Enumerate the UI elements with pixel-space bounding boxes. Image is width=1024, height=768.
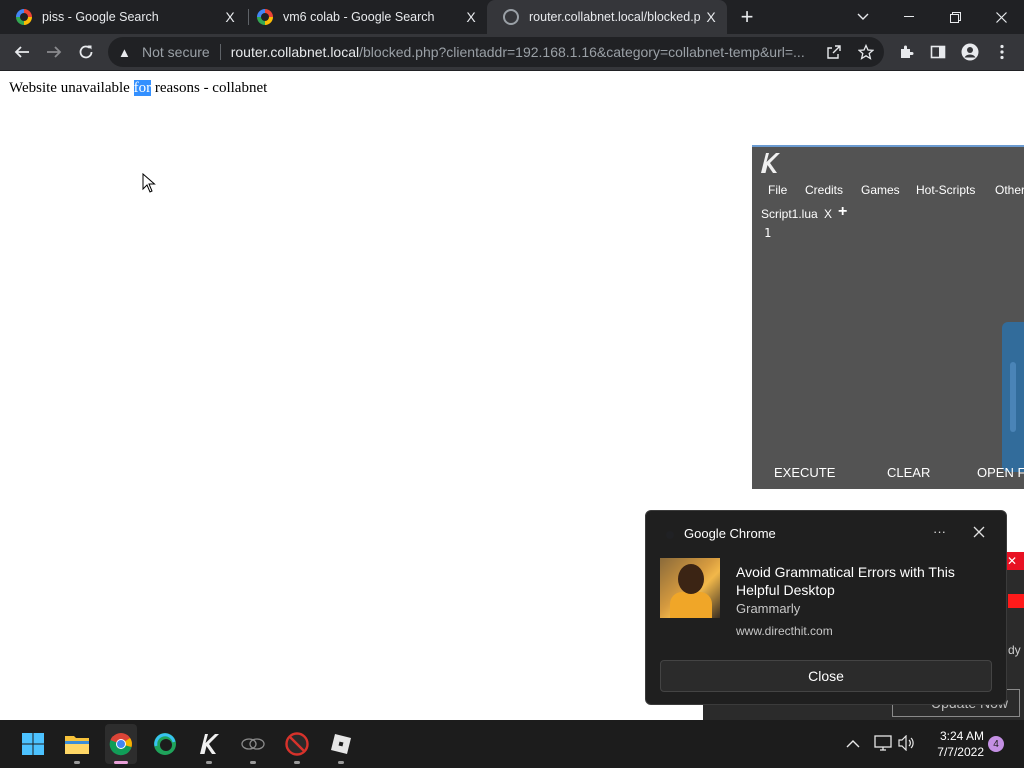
warning-icon[interactable]: ▲ bbox=[118, 45, 136, 60]
minimize-button[interactable] bbox=[886, 0, 932, 34]
side-panel-icon[interactable] bbox=[924, 38, 952, 66]
notification-image bbox=[660, 558, 720, 618]
notification-app-name: Google Chrome bbox=[684, 526, 776, 541]
close-tab-icon[interactable]: X bbox=[461, 9, 481, 25]
tab-search-icon[interactable] bbox=[840, 0, 886, 34]
reload-icon[interactable] bbox=[72, 38, 100, 66]
tab-vm6-colab[interactable]: vm6 colab - Google Search X bbox=[241, 0, 487, 34]
security-label[interactable]: Not secure bbox=[142, 44, 210, 60]
notification-url: www.directhit.com bbox=[736, 624, 833, 638]
popup-text: dy bbox=[1008, 643, 1021, 657]
krnl-executor-window: File Credits Games Hot-Scripts Other Scr… bbox=[752, 145, 1024, 489]
google-icon bbox=[257, 9, 273, 25]
menu-credits[interactable]: Credits bbox=[805, 183, 843, 197]
running-indicator bbox=[338, 761, 344, 764]
clear-button[interactable]: CLEAR bbox=[887, 465, 930, 480]
clock-time: 3:24 AM bbox=[939, 729, 984, 743]
tab-title: vm6 colab - Google Search bbox=[283, 10, 435, 24]
menu-other[interactable]: Other bbox=[995, 183, 1024, 197]
share-icon[interactable] bbox=[820, 38, 848, 66]
krnl-taskbar-icon[interactable] bbox=[195, 730, 223, 758]
bookmark-star-icon[interactable] bbox=[852, 38, 880, 66]
tab-title: piss - Google Search bbox=[42, 10, 159, 24]
notification-title: Avoid Grammatical Errors with This Helpf… bbox=[736, 564, 955, 598]
selected-text: for bbox=[133, 80, 152, 96]
chrome-notification: Google Chrome ··· Avoid Grammatical Erro… bbox=[645, 510, 1007, 705]
blocked-message: Website unavailable for reasons - collab… bbox=[9, 80, 267, 97]
notification-close-button[interactable]: Close bbox=[660, 660, 992, 692]
menu-games[interactable]: Games bbox=[861, 183, 900, 197]
tab-strip: piss - Google Search X vm6 colab - Googl… bbox=[0, 0, 1024, 34]
message-text: reasons - collabnet bbox=[151, 80, 268, 96]
address-bar[interactable]: ▲ Not secure router.collabnet.local/bloc… bbox=[108, 37, 884, 67]
active-indicator bbox=[114, 761, 128, 764]
running-indicator bbox=[74, 761, 80, 764]
menu-hot-scripts[interactable]: Hot-Scripts bbox=[916, 183, 975, 197]
notification-source: Grammarly bbox=[736, 601, 801, 616]
menu-file[interactable]: File bbox=[768, 183, 787, 197]
forward-icon[interactable] bbox=[40, 38, 68, 66]
tab-blocked-page[interactable]: router.collabnet.local/blocked.ph X bbox=[487, 0, 727, 34]
open-file-button[interactable]: OPEN F bbox=[977, 465, 1024, 480]
chrome-taskbar-icon[interactable] bbox=[107, 730, 135, 758]
windows-start-icon[interactable] bbox=[19, 730, 47, 758]
blocked-app-icon[interactable] bbox=[283, 730, 311, 758]
new-tab-button[interactable]: + bbox=[725, 0, 769, 34]
extensions-icon[interactable] bbox=[892, 38, 920, 66]
browser-toolbar: ▲ Not secure router.collabnet.local/bloc… bbox=[0, 34, 1024, 71]
taskbar: 3:24 AM 7/7/2022 4 bbox=[0, 720, 1024, 768]
running-indicator bbox=[206, 761, 212, 764]
url-path: /blocked.php?clientaddr=192.168.1.16&cat… bbox=[359, 44, 805, 60]
clock[interactable]: 3:24 AM 7/7/2022 bbox=[928, 728, 984, 760]
script-editor[interactable] bbox=[752, 219, 1002, 444]
clock-date: 7/7/2022 bbox=[937, 745, 984, 759]
tab-piss-search[interactable]: piss - Google Search X bbox=[0, 0, 246, 34]
red-bar bbox=[1008, 594, 1024, 608]
network-icon[interactable] bbox=[874, 735, 892, 756]
profile-icon[interactable] bbox=[956, 38, 984, 66]
globe-icon bbox=[503, 9, 519, 25]
side-panel-tab[interactable] bbox=[1002, 322, 1024, 472]
divider bbox=[219, 44, 221, 60]
notification-count-badge[interactable]: 4 bbox=[988, 736, 1004, 752]
running-indicator bbox=[294, 761, 300, 764]
app-taskbar-icon[interactable] bbox=[239, 730, 267, 758]
url-host: router.collabnet.local bbox=[230, 44, 360, 60]
restore-button[interactable] bbox=[932, 0, 978, 34]
running-indicator bbox=[250, 761, 256, 764]
more-options-icon[interactable]: ··· bbox=[933, 524, 946, 539]
roblox-icon[interactable] bbox=[327, 730, 355, 758]
show-hidden-icons-chevron-icon[interactable] bbox=[846, 736, 860, 754]
notification-close-icon[interactable] bbox=[973, 525, 985, 543]
krnl-logo-icon bbox=[758, 151, 782, 175]
edge-icon[interactable] bbox=[151, 730, 179, 758]
execute-button[interactable]: EXECUTE bbox=[774, 465, 835, 480]
back-icon[interactable] bbox=[8, 38, 36, 66]
mouse-cursor-icon bbox=[142, 173, 156, 193]
menu-icon[interactable] bbox=[988, 38, 1016, 66]
close-tab-icon[interactable]: X bbox=[701, 9, 721, 25]
google-icon bbox=[16, 9, 32, 25]
file-explorer-icon[interactable] bbox=[63, 730, 91, 758]
close-tab-icon[interactable]: X bbox=[220, 9, 240, 25]
volume-icon[interactable] bbox=[898, 734, 916, 756]
close-window-button[interactable] bbox=[978, 0, 1024, 34]
tab-title: router.collabnet.local/blocked.ph bbox=[529, 10, 701, 24]
message-text: Website unavailable bbox=[9, 80, 134, 96]
